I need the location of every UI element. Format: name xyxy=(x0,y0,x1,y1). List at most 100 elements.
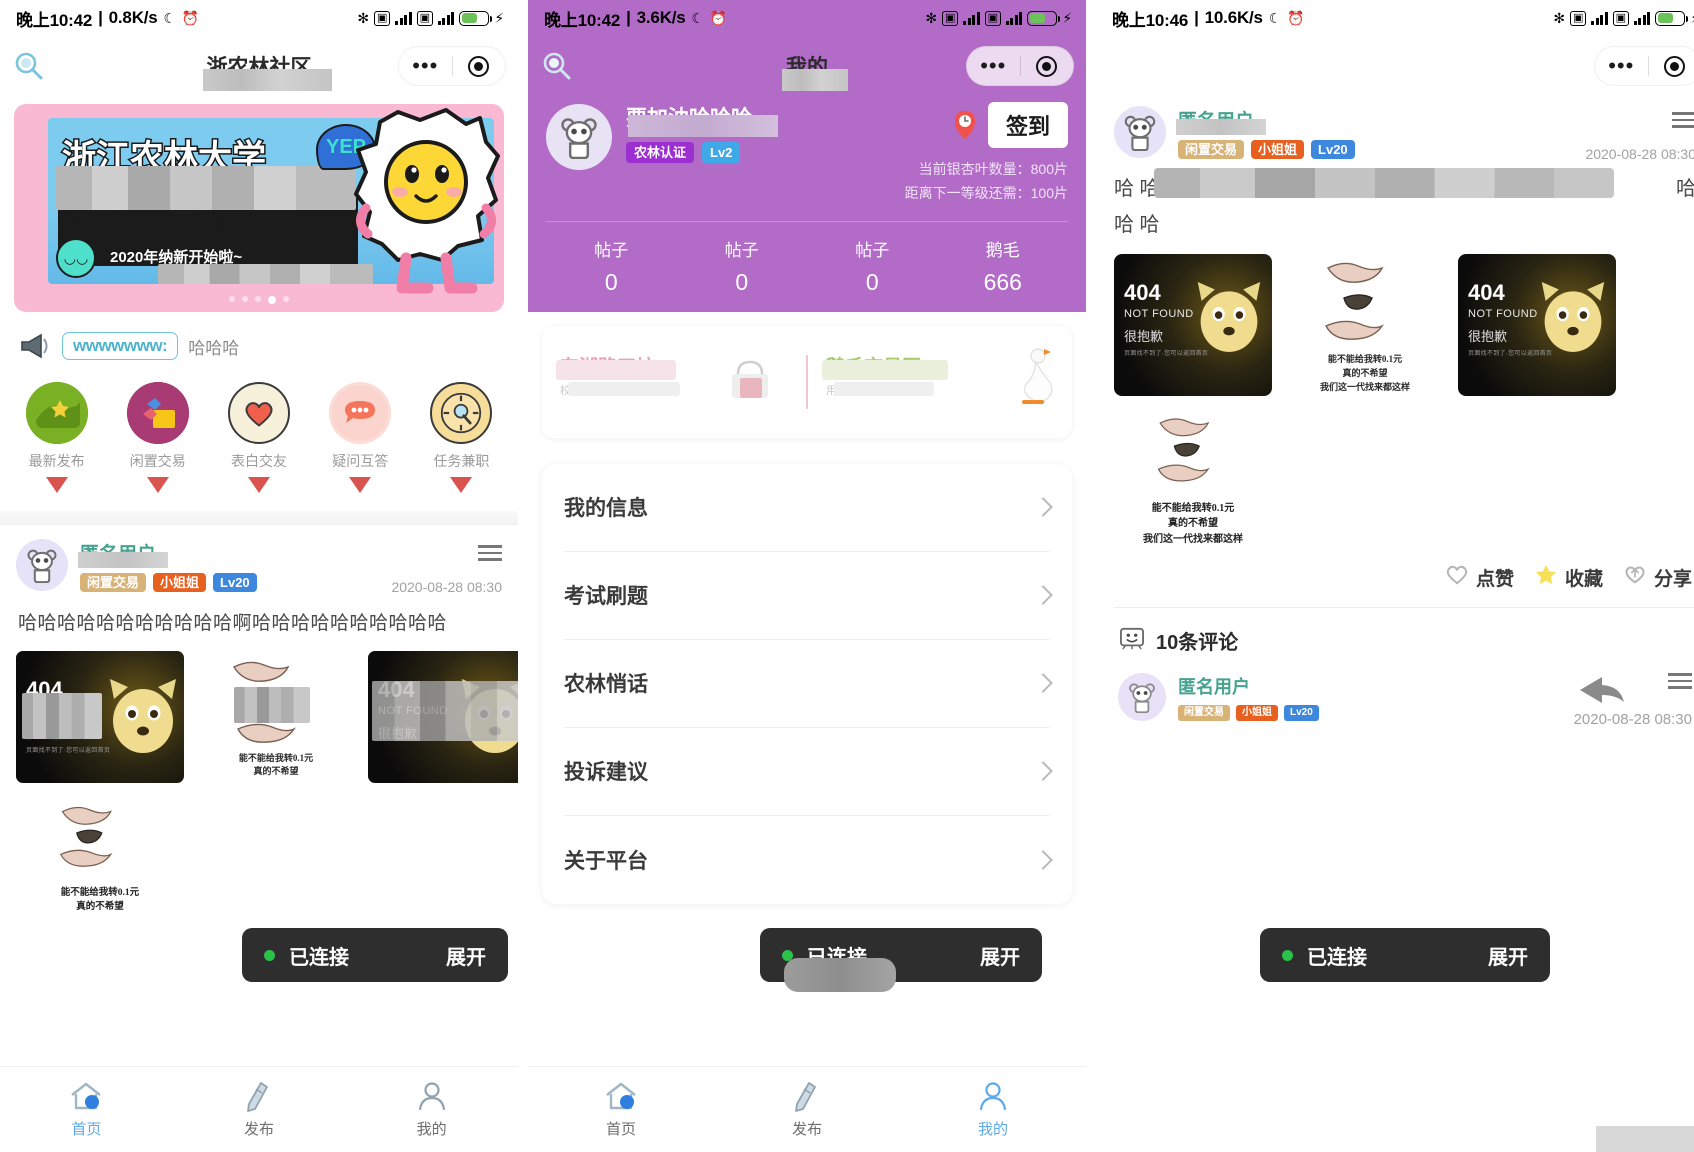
more-dots-icon[interactable]: ••• xyxy=(967,55,1020,77)
detail-username[interactable]: 匿名用户 xyxy=(1175,106,1267,135)
sim2-icon: ▣ xyxy=(984,10,1001,26)
stat-label: 帖子 xyxy=(594,240,629,260)
stat-value: 0 xyxy=(865,268,879,295)
toast-expand-button[interactable]: 展开 xyxy=(980,941,1020,970)
panda-avatar-icon[interactable] xyxy=(546,104,612,170)
post-image[interactable]: 404 NOT FOUND 很抱歉 xyxy=(368,650,518,783)
detail-image[interactable]: 404 NOT FOUND 很抱歉 页面找不到了·您可以返回首页 xyxy=(1114,253,1272,396)
post-username[interactable]: 匿名用户 xyxy=(77,539,169,568)
category-item-trade[interactable]: 闲置交易 xyxy=(107,382,208,471)
stat-item[interactable]: 帖子 0 xyxy=(546,236,677,296)
target-icon[interactable] xyxy=(1021,55,1074,77)
post-image[interactable]: 能不能给我转0.1元 真的不希望 xyxy=(192,650,360,783)
settings-menu: 我的信息 考试刷题 农林悄话 投诉建议 关于平台 xyxy=(542,463,1072,904)
debug-toast[interactable]: 已连接 展开 xyxy=(242,928,508,982)
triangle-down-icon xyxy=(45,477,68,493)
bluetooth-icon: ✻ xyxy=(925,10,937,26)
tab-home[interactable]: 首页 xyxy=(528,1080,714,1139)
menu-item-about[interactable]: 关于平台 xyxy=(564,816,1053,904)
category-item-task[interactable]: 任务兼职 xyxy=(411,382,512,471)
banner-slide[interactable]: 浙江农林大学 自媒体•e团队 2020年纳新开始啦~ YEP ◡◡ xyxy=(14,104,504,312)
tab-publish[interactable]: 发布 xyxy=(173,1080,346,1139)
sim1-icon: ▣ xyxy=(941,10,959,26)
heart-icon xyxy=(228,382,290,444)
post-card[interactable]: 匿名用户 闲置交易 小姐姐 Lv20 2020-08-28 08:30 哈哈哈哈… xyxy=(0,525,518,914)
share-button[interactable]: 分享 xyxy=(1623,563,1692,591)
detail-image[interactable]: 404 NOT FOUND 很抱歉 页面找不到了·您可以返回首页 xyxy=(1458,253,1616,396)
wechat-capsule[interactable]: ••• xyxy=(966,46,1074,86)
like-button[interactable]: 点赞 xyxy=(1445,563,1514,591)
status-separator: | xyxy=(1194,8,1199,27)
category-item-latest[interactable]: 最新发布 xyxy=(6,382,107,471)
search-icon[interactable] xyxy=(12,49,46,83)
carousel-dots[interactable] xyxy=(14,296,504,304)
menu-item-whispers[interactable]: 农林悄话 xyxy=(564,640,1053,728)
category-item-dating[interactable]: 表白交友 xyxy=(208,382,309,471)
banner-redaction-1 xyxy=(56,166,356,210)
announcement-bar[interactable]: wwwwwww: 哈哈哈 xyxy=(0,312,518,370)
tab-home[interactable]: 首页 xyxy=(0,1080,173,1139)
promo-card[interactable]: 东湖路工坊 校园跑腿·闲置交易 鹅毛交易区 用鹅毛兑换好礼F! xyxy=(542,325,1072,438)
stat-item[interactable]: 帖子 0 xyxy=(807,236,938,296)
detail-image-grid[interactable]: 404 NOT FOUND 很抱歉 页面找不到了·您可以返回首页 能不能给我转0… xyxy=(1114,242,1694,396)
bluetooth-icon: ✻ xyxy=(1553,10,1565,26)
wechat-capsule[interactable]: ••• xyxy=(398,46,506,86)
banner-carousel[interactable]: 浙江农林大学 自媒体•e团队 2020年纳新开始啦~ YEP ◡◡ xyxy=(0,96,518,312)
hand-line-3: 我们这一代找来都这样 xyxy=(1143,533,1243,545)
stat-label: 鹅毛 xyxy=(985,240,1020,260)
triangle-down-icon xyxy=(146,477,169,493)
stat-item[interactable]: 鹅毛 666 xyxy=(938,236,1069,296)
menu-item-my-info[interactable]: 我的信息 xyxy=(564,464,1053,552)
doge-icon xyxy=(1538,276,1612,360)
collect-button[interactable]: 收藏 xyxy=(1534,563,1603,591)
comment-username[interactable]: 匿名用户 xyxy=(1178,673,1319,699)
tab-publish[interactable]: 发布 xyxy=(714,1080,900,1139)
promo-left[interactable]: 东湖路工坊 校园跑腿·闲置交易 xyxy=(542,326,806,438)
tag-gender: 小姐姐 xyxy=(1236,705,1278,721)
promo-redaction xyxy=(834,381,934,396)
tab-label: 发布 xyxy=(244,1121,275,1138)
wechat-capsule[interactable]: ••• xyxy=(1594,46,1694,86)
chevron-right-icon xyxy=(1033,761,1053,782)
image-hand-line-2: 真的不希望 xyxy=(253,765,299,776)
share-icon xyxy=(1623,563,1647,591)
detail-tags: 闲置交易 小姐姐 Lv20 xyxy=(1178,140,1573,159)
post-image-grid[interactable]: 404 NOT FOUND 很抱歉 页面找不到了·您可以返回首页 xyxy=(16,639,518,783)
search-icon[interactable] xyxy=(540,49,574,83)
hamburger-icon[interactable] xyxy=(1585,112,1694,128)
panda-avatar-icon[interactable] xyxy=(1118,673,1166,721)
hamburger-icon[interactable] xyxy=(391,545,502,561)
menu-item-feedback[interactable]: 投诉建议 xyxy=(564,728,1053,816)
toast-expand-button[interactable]: 展开 xyxy=(446,941,486,970)
detail-image[interactable]: 能不能给我转0.1元 真的不希望 我们这一代找来都这样 xyxy=(1286,253,1444,396)
more-dots-icon[interactable]: ••• xyxy=(399,55,452,77)
panda-avatar-icon[interactable] xyxy=(16,539,68,591)
menu-item-exam-practice[interactable]: 考试刷题 xyxy=(564,552,1053,640)
stat-item[interactable]: 帖子 0 xyxy=(677,236,808,296)
post-image[interactable]: 404 NOT FOUND 很抱歉 页面找不到了·您可以返回首页 xyxy=(16,650,184,783)
checkin-button[interactable]: 签到 xyxy=(987,102,1068,148)
promo-redaction xyxy=(556,359,676,380)
panda-avatar-icon[interactable] xyxy=(1114,106,1166,158)
promo-right[interactable]: 鹅毛交易区 用鹅毛兑换好礼F! xyxy=(808,326,1072,438)
more-dots-icon[interactable]: ••• xyxy=(1595,55,1648,77)
category-label: 任务兼职 xyxy=(433,453,490,469)
target-icon[interactable] xyxy=(1649,55,1694,77)
comment-time: 2020-08-28 08:30 xyxy=(1573,710,1692,728)
status-bar-2: 晚上10:42 | 3.6K/s ☾ ⏰ ✻ ▣ ▣ ⚡ xyxy=(528,0,1086,36)
debug-toast[interactable]: 已连接 展开 xyxy=(1260,928,1550,982)
profile-username[interactable]: 要加油哈哈哈 xyxy=(626,102,778,137)
tab-mine[interactable]: 我的 xyxy=(900,1080,1086,1139)
three-panel-screenshot: 晚上10:42 | 0.8K/s ☾ ⏰ ✻ ▣ ▣ ⚡ 浙农林社区 ••• 浙… xyxy=(0,0,1694,1152)
alarm-icon: ⏰ xyxy=(709,10,728,26)
bluetooth-icon: ✻ xyxy=(357,10,369,26)
target-icon[interactable] xyxy=(453,55,506,77)
reply-arrow-icon[interactable] xyxy=(1574,672,1628,713)
category-item-qa[interactable]: 疑问互答 xyxy=(310,382,411,471)
detail-post-time: 2020-08-28 08:30 xyxy=(1585,145,1694,162)
status-netspeed: 10.6K/s xyxy=(1204,8,1263,27)
detail-post-text-line2: 哈 哈 xyxy=(1114,213,1160,236)
tab-mine[interactable]: 我的 xyxy=(345,1080,518,1139)
toast-expand-button[interactable]: 展开 xyxy=(1488,941,1528,970)
hand-line-2: 真的不希望 xyxy=(1168,518,1218,529)
